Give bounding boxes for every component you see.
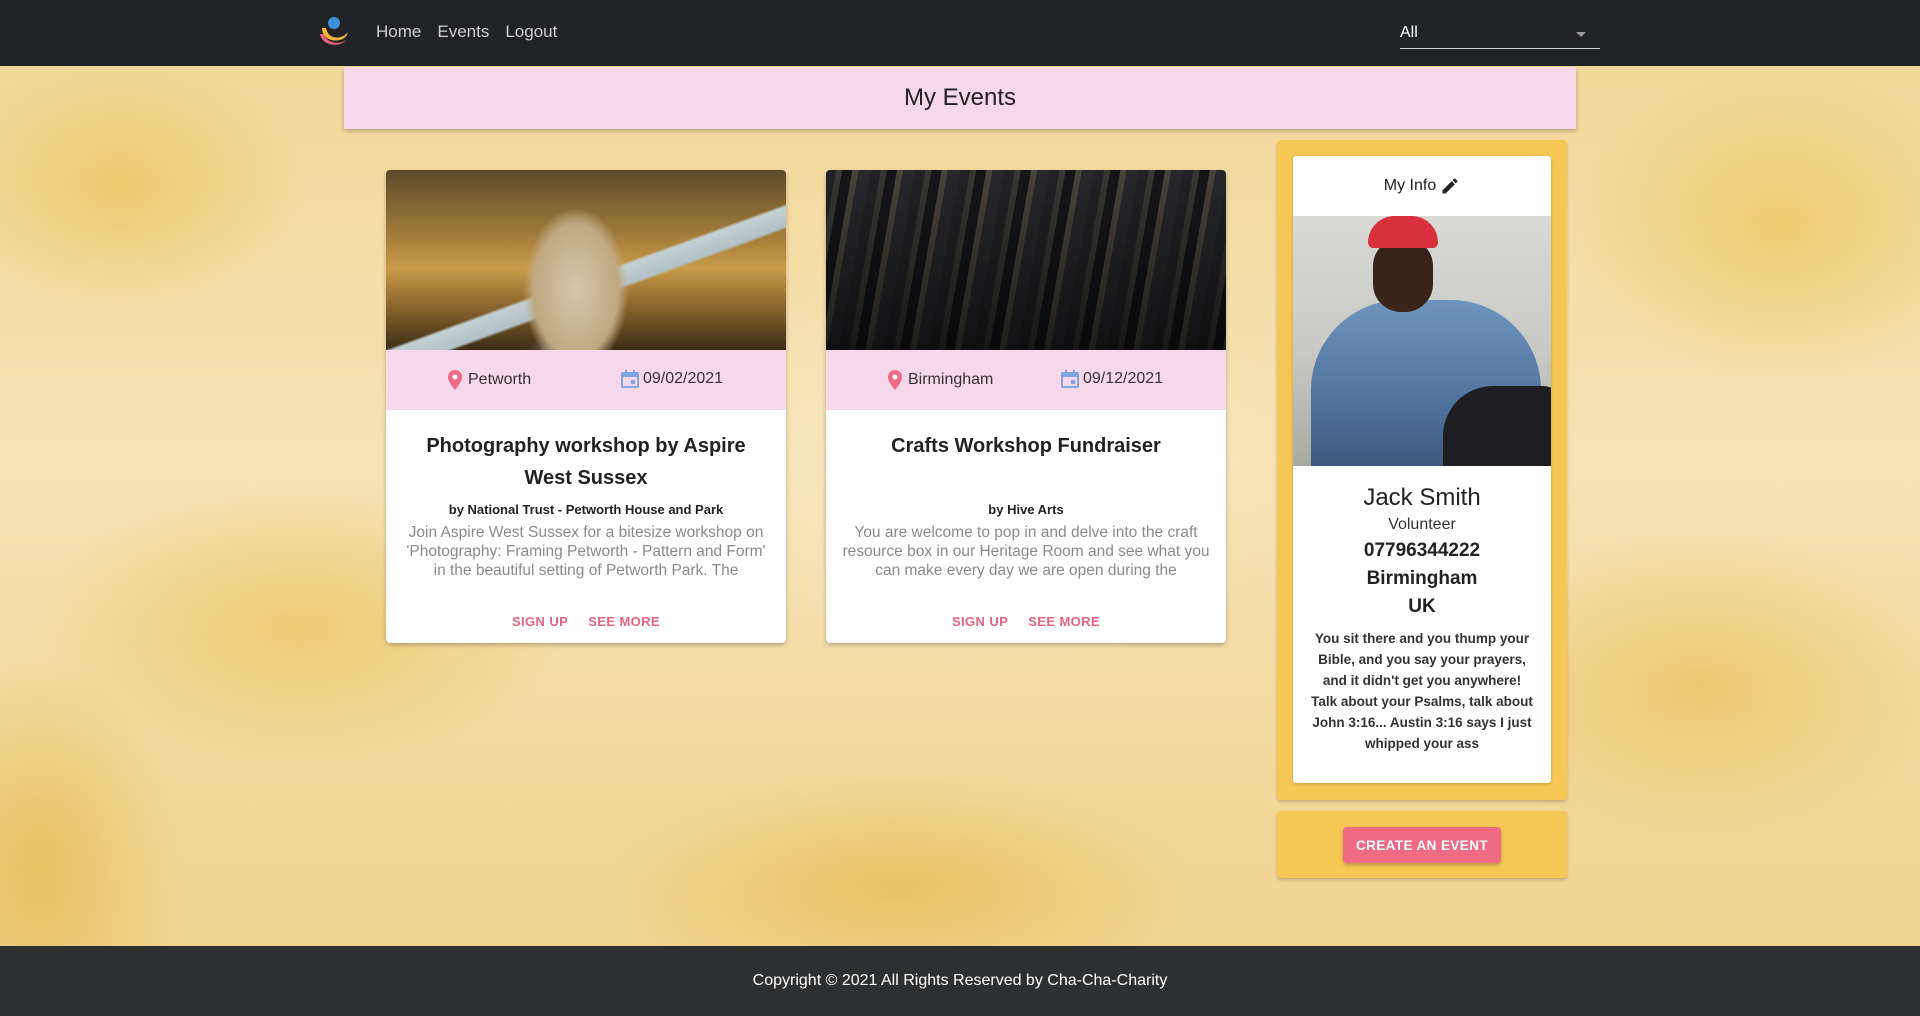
filter-selected-value: All <box>1400 24 1418 41</box>
profile-heading-text: My Info <box>1383 177 1437 194</box>
app-logo-icon[interactable] <box>316 14 352 50</box>
see-more-button[interactable]: SEE MORE <box>588 614 660 629</box>
event-date: 09/12/2021 <box>1061 370 1163 388</box>
event-title: Crafts Workshop Fundraiser <box>891 435 1161 457</box>
create-event-panel: CREATE AN EVENT <box>1277 811 1567 878</box>
event-location-text: Birmingham <box>908 371 994 388</box>
main-nav: Home Events Logout <box>376 22 557 42</box>
nav-events-link[interactable]: Events <box>437 22 489 42</box>
profile-country: UK <box>1408 596 1436 617</box>
calendar-icon <box>621 370 639 388</box>
event-date: 09/02/2021 <box>621 370 723 388</box>
event-actions: SIGN UP SEE MORE <box>826 614 1226 629</box>
page-title: My Events <box>903 84 1017 111</box>
nav-home-link[interactable]: Home <box>376 22 421 42</box>
top-navbar: Home Events Logout All <box>0 0 1920 66</box>
event-meta: Birmingham 09/12/2021 <box>826 350 1226 410</box>
edit-pencil-icon[interactable] <box>1440 176 1460 196</box>
copyright-text: Copyright © 2021 All Rights Reserved by … <box>752 972 1168 989</box>
profile-card: My Info Jack Smith Volunteer 07796344222… <box>1293 156 1551 783</box>
profile-bio: You sit there and you thump your Bible, … <box>1311 631 1533 751</box>
event-organizer: by National Trust - Petworth House and P… <box>448 502 724 517</box>
event-meta: Petworth 09/02/2021 <box>386 350 786 410</box>
see-more-button[interactable]: SEE MORE <box>1028 614 1100 629</box>
dropdown-caret-icon <box>1576 32 1586 37</box>
event-image <box>386 170 786 350</box>
location-pin-icon <box>448 370 462 390</box>
profile-heading: My Info <box>1293 156 1551 216</box>
sign-up-button[interactable]: SIGN UP <box>952 614 1008 629</box>
event-location-text: Petworth <box>468 371 532 388</box>
nav-logout-link[interactable]: Logout <box>505 22 557 42</box>
event-organizer: by Hive Arts <box>988 502 1064 517</box>
sign-up-button[interactable]: SIGN UP <box>512 614 568 629</box>
event-actions: SIGN UP SEE MORE <box>386 614 786 629</box>
event-date-text: 09/12/2021 <box>1083 370 1164 387</box>
profile-name: Jack Smith <box>1363 484 1481 511</box>
event-date-text: 09/02/2021 <box>643 370 724 387</box>
create-event-button[interactable]: CREATE AN EVENT <box>1343 827 1501 863</box>
event-title: Photography workshop by Aspire West Suss… <box>426 435 746 489</box>
event-description: Join Aspire West Sussex for a bitesize w… <box>406 524 766 579</box>
avatar <box>1293 216 1551 466</box>
event-card: Petworth 09/02/2021 Photography workshop… <box>386 170 786 643</box>
event-image <box>826 170 1226 350</box>
event-card: Birmingham 09/12/2021 Crafts Workshop Fu… <box>826 170 1226 643</box>
profile-city: Birmingham <box>1366 568 1478 589</box>
profile-phone: 07796344222 <box>1363 540 1481 561</box>
calendar-icon <box>1061 370 1079 388</box>
footer: Copyright © 2021 All Rights Reserved by … <box>0 946 1920 1016</box>
event-location: Birmingham <box>888 370 993 390</box>
category-filter-select[interactable]: All <box>1400 20 1600 49</box>
profile-role: Volunteer <box>1388 516 1456 533</box>
event-location: Petworth <box>448 370 531 390</box>
location-pin-icon <box>888 370 902 390</box>
event-description: You are welcome to pop in and delve into… <box>842 524 1210 579</box>
profile-panel: My Info Jack Smith Volunteer 07796344222… <box>1277 140 1567 800</box>
page-title-bar: My Events <box>344 67 1576 129</box>
